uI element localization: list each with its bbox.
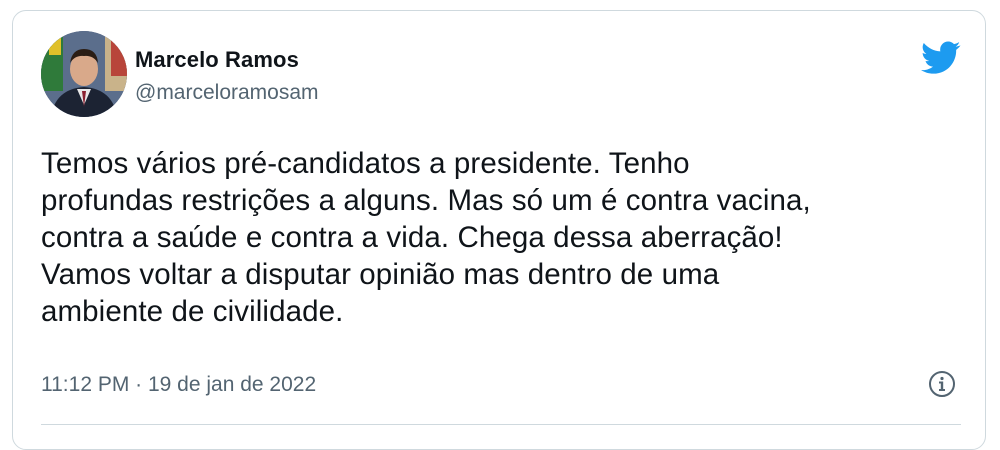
tweet-timestamp[interactable]: 11:12 PM · 19 de jan de 2022 bbox=[41, 373, 316, 397]
tweet-text: Temos vários pré-candidatos a presidente… bbox=[41, 147, 811, 328]
avatar-photo bbox=[41, 31, 127, 117]
avatar[interactable] bbox=[41, 31, 127, 117]
author-name[interactable]: Marcelo Ramos bbox=[135, 47, 299, 73]
tweet-card: Marcelo Ramos @marceloramosam Temos vári… bbox=[12, 10, 986, 450]
twitter-bird-icon[interactable] bbox=[921, 41, 961, 75]
author-handle[interactable]: @marceloramosam bbox=[135, 81, 319, 105]
info-icon[interactable] bbox=[927, 369, 957, 399]
divider bbox=[41, 424, 961, 425]
